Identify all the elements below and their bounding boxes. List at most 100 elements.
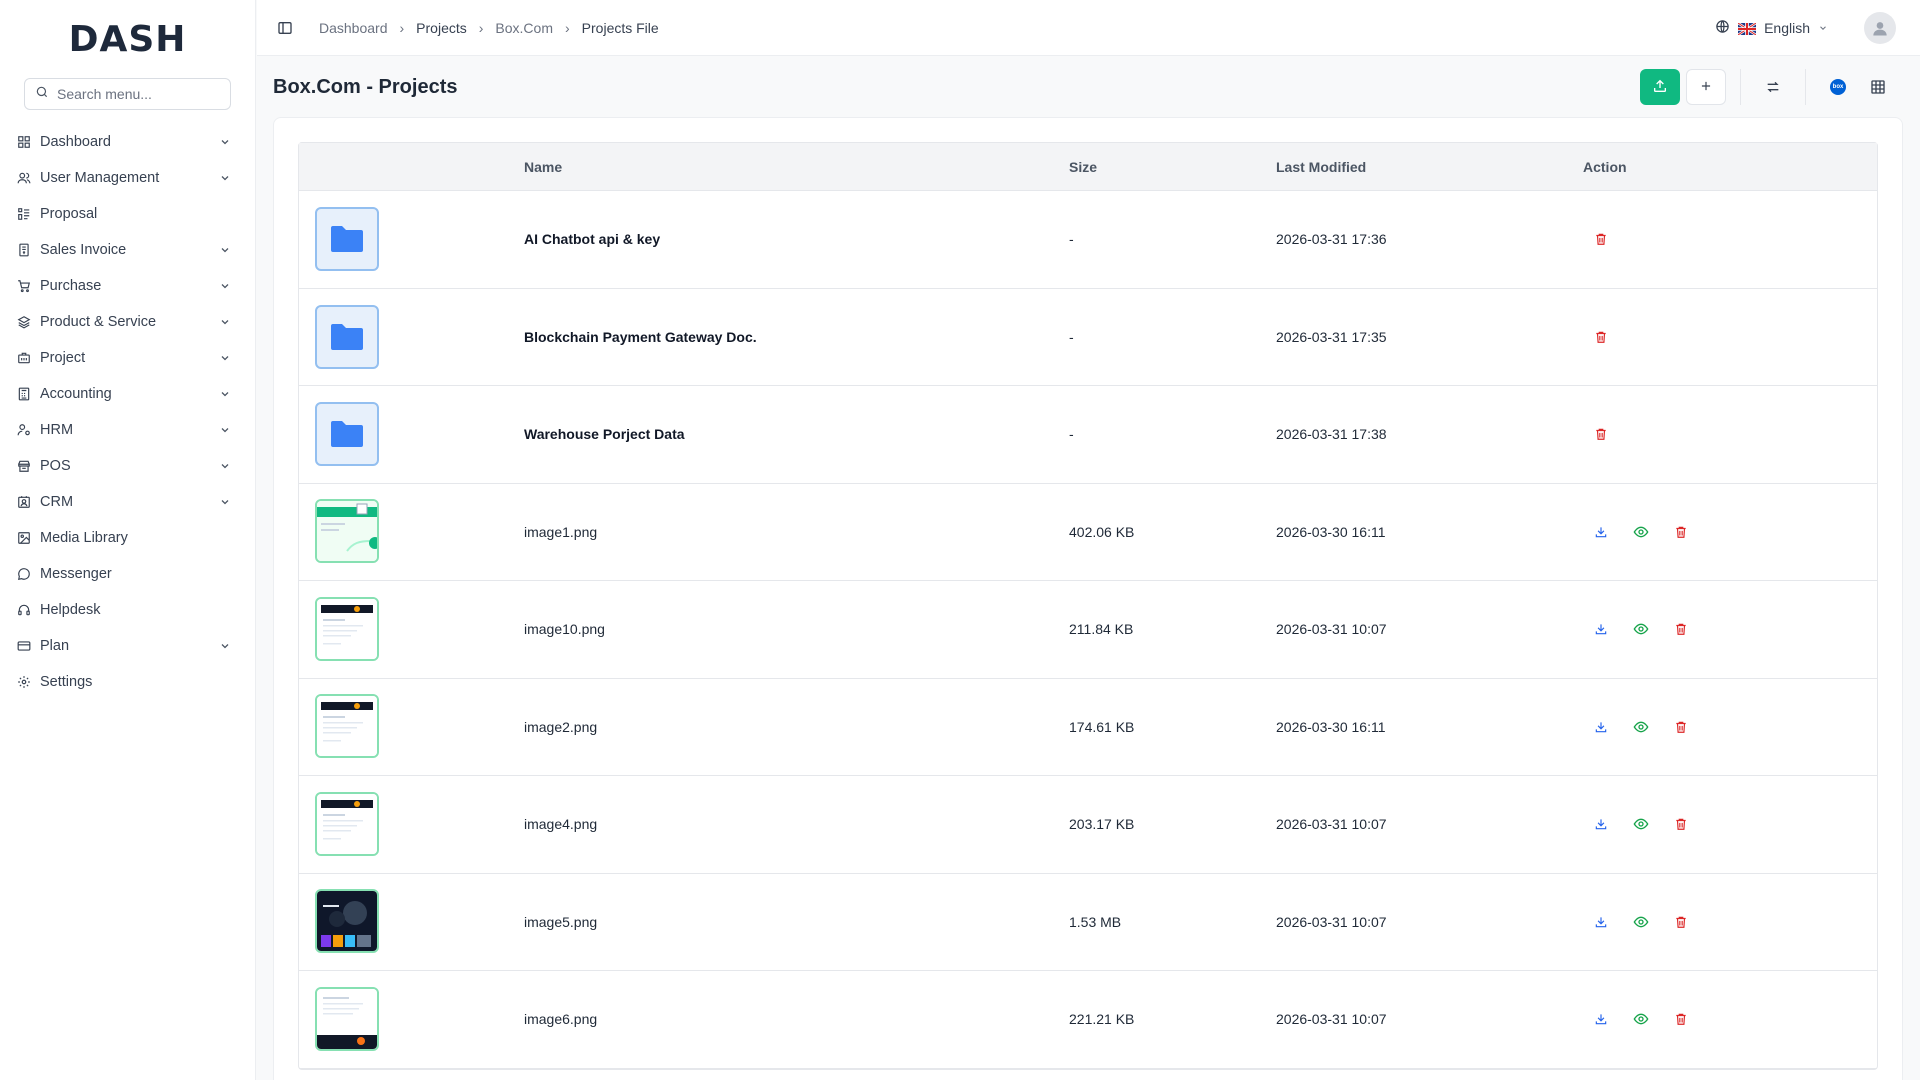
trash-icon[interactable] bbox=[1671, 1009, 1691, 1029]
trash-icon[interactable] bbox=[1671, 717, 1691, 737]
table-body: AI Chatbot api & key -2026-03-31 17:36 Blo… bbox=[299, 191, 1877, 1069]
download-icon[interactable] bbox=[1591, 814, 1611, 834]
name-cell[interactable]: Blockchain Payment Gateway Doc. bbox=[524, 329, 1069, 345]
name-cell: image1.png bbox=[524, 523, 598, 540]
sidebar-item-label: Proposal bbox=[40, 206, 98, 222]
folder-row: Warehouse Porject Data - 2026-03-31 17:38 bbox=[299, 386, 1877, 484]
modified-cell: 2026-03-30 16:11 bbox=[1276, 718, 1386, 735]
page-header: Box.Com - Projects box bbox=[273, 56, 1896, 118]
layers-icon bbox=[16, 314, 32, 330]
thumbnail-cell bbox=[299, 207, 524, 272]
add-button[interactable] bbox=[1686, 69, 1726, 105]
chevron-down-icon bbox=[219, 460, 231, 472]
trash-icon[interactable] bbox=[1671, 814, 1691, 834]
chevron-down-icon bbox=[219, 280, 231, 292]
sidebar-item-helpdesk[interactable]: Helpdesk bbox=[0, 592, 255, 628]
image-thumbnail[interactable] bbox=[315, 986, 379, 1051]
trash-icon[interactable] bbox=[1671, 912, 1691, 932]
trash-icon[interactable] bbox=[1591, 229, 1611, 249]
trash-icon[interactable] bbox=[1591, 424, 1611, 444]
modified-column-header: Last Modified bbox=[1276, 158, 1367, 175]
download-icon[interactable] bbox=[1591, 522, 1611, 542]
grid-view-icon[interactable] bbox=[1860, 69, 1896, 105]
image-thumbnail[interactable] bbox=[315, 889, 379, 954]
sidebar-item-label: HRM bbox=[40, 422, 74, 438]
topbar: Dashboard › Projects › Box.Com › Project… bbox=[257, 0, 1920, 56]
thumbnail-cell bbox=[299, 791, 524, 857]
sidebar-item-label: Accounting bbox=[40, 386, 112, 402]
name-column-header: Name bbox=[524, 158, 563, 175]
headset-icon bbox=[16, 602, 32, 618]
size-column-header: Size bbox=[1069, 158, 1098, 175]
row-actions bbox=[1583, 229, 1877, 249]
gear-icon bbox=[16, 674, 32, 690]
switch-arrows-icon[interactable] bbox=[1755, 69, 1791, 105]
sidebar-item-label: Plan bbox=[40, 638, 70, 654]
thumbnail-cell bbox=[299, 402, 524, 467]
image-thumbnail[interactable] bbox=[315, 499, 379, 564]
sidebar-item-pos[interactable]: POS bbox=[0, 448, 255, 484]
sidebar-item-project[interactable]: Project bbox=[0, 340, 255, 376]
breadcrumb-projects[interactable]: Projects bbox=[416, 20, 467, 36]
size-cell: 402.06 KB bbox=[1069, 523, 1135, 540]
chevron-down-icon bbox=[219, 496, 231, 508]
image-thumbnail[interactable] bbox=[315, 596, 379, 661]
folder-icon[interactable] bbox=[315, 402, 379, 467]
sidebar-item-sales-invoice[interactable]: Sales Invoice bbox=[0, 232, 255, 268]
box-logo-icon[interactable]: box bbox=[1820, 69, 1856, 105]
breadcrumb-dashboard[interactable]: Dashboard bbox=[319, 20, 388, 36]
breadcrumb-box[interactable]: Box.Com bbox=[495, 20, 553, 36]
eye-icon[interactable] bbox=[1631, 814, 1651, 834]
name-cell[interactable]: AI Chatbot api & key bbox=[524, 231, 1069, 247]
folder-icon[interactable] bbox=[315, 304, 379, 369]
sidebar-item-label: Dashboard bbox=[40, 134, 111, 150]
name-cell: image6.png bbox=[524, 1011, 598, 1028]
sidebar-item-plan[interactable]: Plan bbox=[0, 628, 255, 664]
eye-icon[interactable] bbox=[1631, 1009, 1651, 1029]
download-icon[interactable] bbox=[1591, 912, 1611, 932]
trash-icon[interactable] bbox=[1671, 522, 1691, 542]
sidebar-item-product-service[interactable]: Product & Service bbox=[0, 304, 255, 340]
card-icon bbox=[16, 638, 32, 654]
modified-cell: 2026-03-31 10:07 bbox=[1276, 816, 1387, 833]
sidebar-toggle-icon[interactable] bbox=[275, 18, 295, 38]
divider bbox=[1740, 69, 1741, 105]
row-actions bbox=[1583, 424, 1877, 444]
image-thumbnail[interactable] bbox=[315, 694, 379, 759]
thumbnail-cell bbox=[299, 986, 524, 1052]
sidebar-item-messenger[interactable]: Messenger bbox=[0, 556, 255, 592]
trash-icon[interactable] bbox=[1591, 327, 1611, 347]
sidebar-item-media-library[interactable]: Media Library bbox=[0, 520, 255, 556]
action-cell bbox=[1583, 327, 1877, 347]
eye-icon[interactable] bbox=[1631, 619, 1651, 639]
upload-button[interactable] bbox=[1640, 69, 1680, 105]
sidebar-item-settings[interactable]: Settings bbox=[0, 664, 255, 700]
folder-icon[interactable] bbox=[315, 207, 379, 272]
upload-icon bbox=[1652, 78, 1668, 97]
brand-logo[interactable]: DASH bbox=[0, 0, 255, 78]
sidebar-item-user-management[interactable]: User Management bbox=[0, 160, 255, 196]
image-thumbnail[interactable] bbox=[315, 791, 379, 856]
eye-icon[interactable] bbox=[1631, 912, 1651, 932]
user-avatar[interactable] bbox=[1864, 11, 1896, 44]
search-input[interactable] bbox=[57, 86, 220, 102]
logo-text: DASH bbox=[68, 18, 187, 60]
language-selector[interactable]: English bbox=[1715, 19, 1828, 37]
eye-icon[interactable] bbox=[1631, 717, 1651, 737]
sidebar-item-hrm[interactable]: HRM bbox=[0, 412, 255, 448]
sidebar-item-purchase[interactable]: Purchase bbox=[0, 268, 255, 304]
trash-icon[interactable] bbox=[1671, 619, 1691, 639]
sidebar-item-accounting[interactable]: Accounting bbox=[0, 376, 255, 412]
cart-icon bbox=[16, 278, 32, 294]
chevron-down-icon bbox=[1818, 20, 1828, 36]
download-icon[interactable] bbox=[1591, 1009, 1611, 1029]
download-icon[interactable] bbox=[1591, 717, 1611, 737]
sidebar-item-crm[interactable]: CRM bbox=[0, 484, 255, 520]
sidebar-item-proposal[interactable]: Proposal bbox=[0, 196, 255, 232]
name-cell[interactable]: Warehouse Porject Data bbox=[524, 426, 1069, 442]
download-icon[interactable] bbox=[1591, 619, 1611, 639]
eye-icon[interactable] bbox=[1631, 522, 1651, 542]
thumbnail-cell bbox=[299, 499, 524, 564]
sidebar-item-dashboard[interactable]: Dashboard bbox=[0, 124, 255, 160]
plus-icon bbox=[1699, 79, 1713, 96]
